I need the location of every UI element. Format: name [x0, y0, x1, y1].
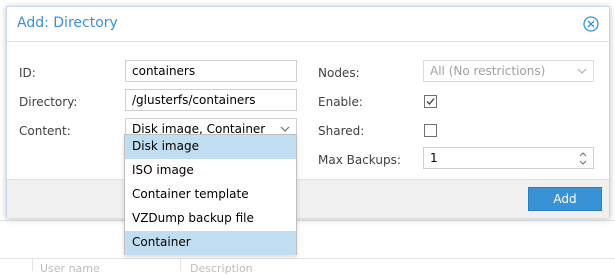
content-option-vzdump-backup-file[interactable]: VZDump backup file	[125, 207, 296, 231]
content-option-iso-image[interactable]: ISO image	[125, 159, 296, 183]
chevron-down-icon[interactable]	[577, 66, 587, 76]
content-option-disk-image[interactable]: Disk image	[125, 135, 296, 159]
background-column-separator	[32, 258, 33, 271]
nodes-select-value: All (No restrictions)	[430, 64, 546, 78]
id-input[interactable]: containers	[125, 60, 297, 82]
nodes-select[interactable]: All (No restrictions)	[423, 60, 594, 82]
nodes-label: Nodes:	[318, 66, 360, 80]
dialog-title: Add: Directory	[17, 15, 118, 31]
shared-label: Shared:	[318, 124, 365, 138]
dialog-titlebar: Add: Directory	[7, 7, 609, 42]
dialog-footer: Add	[7, 179, 609, 218]
enable-label: Enable:	[318, 95, 363, 109]
dialog-form: ID: containers Directory: /glusterfs/con…	[7, 42, 609, 179]
enable-checkbox[interactable]	[424, 95, 437, 108]
directory-label: Directory:	[19, 95, 78, 109]
max-backups-label: Max Backups:	[318, 153, 401, 167]
background-column-user-name: User name	[40, 262, 100, 275]
content-option-container[interactable]: Container	[125, 231, 296, 255]
background-column-separator	[180, 258, 181, 271]
add-button[interactable]: Add	[528, 187, 602, 211]
checkmark-icon	[426, 98, 435, 105]
max-backups-input[interactable]: 1	[423, 147, 594, 169]
content-option-container-template[interactable]: Container template	[125, 183, 296, 207]
shared-checkbox[interactable]	[424, 124, 437, 137]
background-divider	[0, 220, 615, 221]
add-directory-dialog: Add: Directory ID: containers Directory:…	[6, 6, 610, 218]
id-label: ID:	[19, 66, 36, 80]
max-backups-value: 1	[430, 151, 438, 165]
content-label: Content:	[19, 124, 71, 138]
chevron-down-icon[interactable]	[280, 124, 290, 134]
background-column-description: Description	[190, 262, 253, 275]
spinner-arrows-icon[interactable]	[578, 150, 588, 167]
directory-input[interactable]: /glusterfs/containers	[125, 89, 297, 111]
close-icon[interactable]	[583, 16, 599, 32]
content-dropdown-list: Disk image ISO image Container template …	[124, 134, 297, 255]
